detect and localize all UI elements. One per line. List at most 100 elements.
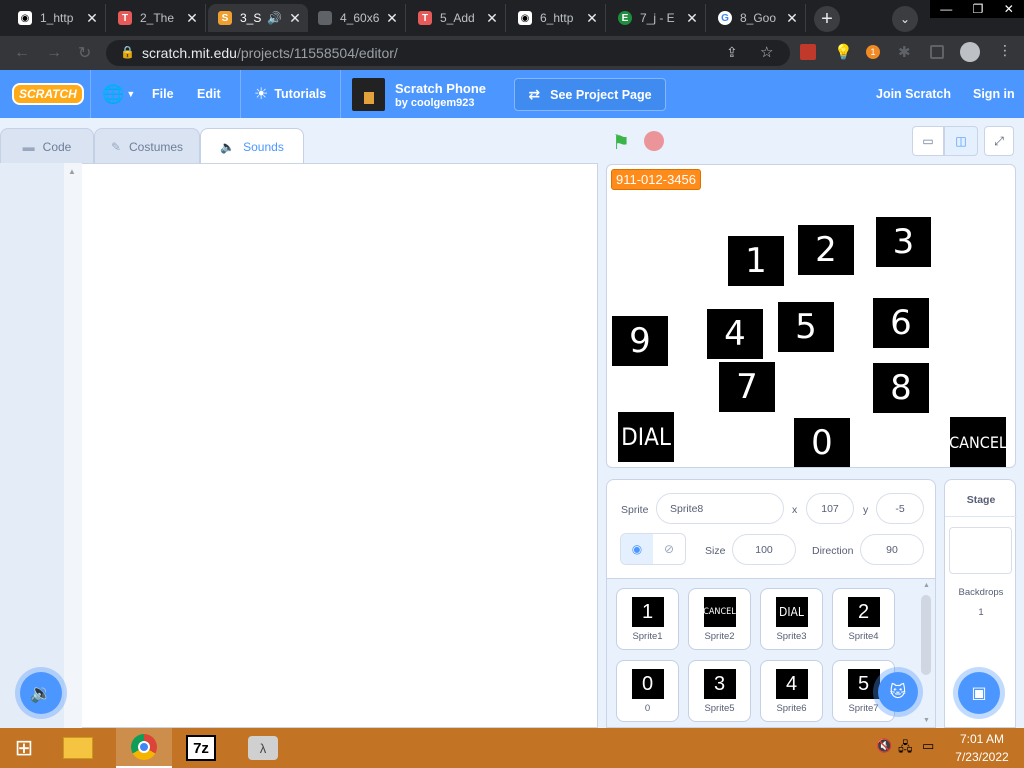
minimize-icon[interactable]: —: [940, 2, 952, 16]
close-window-icon[interactable]: ✕: [1004, 2, 1014, 16]
clock-date[interactable]: 7/23/2022: [950, 750, 1014, 764]
browser-tab[interactable]: 4_60x6 ✕: [308, 4, 406, 32]
forward-icon[interactable]: →: [46, 44, 62, 62]
tab-code[interactable]: ▬ Code: [0, 128, 94, 164]
sprite-tile[interactable]: CANCEL Sprite2: [688, 588, 751, 650]
browser-tab[interactable]: T 2_The ✕: [108, 4, 206, 32]
extension-badge[interactable]: 1: [866, 45, 880, 59]
sound-list[interactable]: [0, 163, 64, 728]
stage-dial-key[interactable]: DIAL: [618, 412, 674, 462]
stage-key-6[interactable]: 6: [873, 298, 929, 348]
x-input[interactable]: 107: [806, 493, 854, 524]
star-icon[interactable]: ☆: [760, 43, 773, 61]
scroll-down-icon[interactable]: ▼: [923, 717, 930, 724]
close-icon[interactable]: ✕: [783, 10, 801, 27]
project-author[interactable]: by coolgem923: [395, 97, 474, 109]
large-stage-button[interactable]: ◫: [944, 126, 978, 156]
globe-icon: 🌐: [102, 83, 125, 104]
sprite-tile[interactable]: 3 Sprite5: [688, 660, 751, 722]
profile-avatar[interactable]: [960, 42, 980, 62]
stop-button[interactable]: [644, 131, 664, 151]
start-button[interactable]: ⊞: [0, 728, 48, 768]
small-stage-button[interactable]: ▭: [912, 126, 944, 156]
fullscreen-icon: ⤢: [994, 133, 1004, 148]
menu-icon[interactable]: ⋮: [998, 42, 1012, 59]
edit-menu[interactable]: Edit: [197, 70, 221, 118]
browser-tab[interactable]: ◉ 6_http ✕: [508, 4, 606, 32]
language-menu[interactable]: 🌐 ▼: [102, 70, 135, 118]
y-input[interactable]: -5: [876, 493, 924, 524]
sprite-tile[interactable]: DIAL Sprite3: [760, 588, 823, 650]
green-flag-button[interactable]: ⚑: [612, 130, 630, 155]
file-explorer-button[interactable]: [52, 728, 104, 768]
clock-time[interactable]: 7:01 AM: [950, 732, 1014, 746]
close-icon[interactable]: ✕: [583, 10, 601, 27]
extension-icon[interactable]: [800, 44, 816, 60]
network-icon[interactable]: 🖧: [898, 738, 913, 760]
stage-key-4[interactable]: 4: [707, 309, 763, 359]
restore-icon[interactable]: ❐: [973, 2, 984, 16]
stage-cancel-key[interactable]: CANCEL: [949, 417, 1007, 467]
app-taskbar-button[interactable]: λ: [240, 728, 286, 768]
back-icon[interactable]: ←: [14, 44, 30, 62]
volume-muted-icon[interactable]: 🔇: [876, 738, 892, 754]
7zip-taskbar-button[interactable]: 7z: [178, 728, 224, 768]
sprite-tile[interactable]: 2 Sprite4: [832, 588, 895, 650]
close-icon[interactable]: ✕: [286, 10, 304, 27]
scroll-up-icon[interactable]: ▲: [68, 167, 76, 176]
see-project-page-button[interactable]: ⇄ See Project Page: [514, 78, 666, 111]
browser-tab[interactable]: E 7_j - E ✕: [608, 4, 706, 32]
sign-in-link[interactable]: Sign in: [973, 70, 1015, 118]
speaker-icon[interactable]: 🔊: [267, 11, 282, 25]
choose-backdrop-button[interactable]: ▣: [958, 672, 1000, 714]
close-icon[interactable]: ✕: [183, 10, 201, 27]
reload-icon[interactable]: ↻: [78, 43, 91, 63]
scratch-logo[interactable]: SCRATCH: [12, 70, 84, 118]
stage-canvas[interactable]: 911-012-3456 1 2 3 4 5 6 7 8 9 0 DIAL CA…: [606, 164, 1016, 468]
stage-key-7[interactable]: 7: [719, 362, 775, 412]
tutorials-button[interactable]: ☀ Tutorials: [254, 70, 326, 118]
stage-key-9[interactable]: 9: [612, 316, 668, 366]
fullscreen-button[interactable]: ⤢: [984, 126, 1014, 156]
stage-key-5[interactable]: 5: [778, 302, 834, 352]
scroll-up-icon[interactable]: ▲: [923, 582, 930, 589]
file-menu[interactable]: File: [152, 70, 174, 118]
sprite-tile[interactable]: 4 Sprite6: [760, 660, 823, 722]
tab-sounds[interactable]: 🔈 Sounds: [200, 128, 304, 165]
address-bar[interactable]: 🔒 scratch.mit.edu/projects/11558504/edit…: [106, 40, 790, 66]
browser-tab[interactable]: ◉ 1_http ✕: [8, 4, 106, 32]
stage-key-3[interactable]: 3: [876, 217, 931, 267]
stage-key-0[interactable]: 0: [794, 418, 850, 467]
sound-list-scrollbar[interactable]: ▲: [64, 163, 82, 728]
stage-key-2[interactable]: 2: [798, 225, 854, 275]
direction-input[interactable]: 90: [860, 534, 924, 565]
share-icon[interactable]: ⇪: [726, 44, 738, 61]
sidepanel-icon[interactable]: [930, 45, 944, 59]
sprite-list-scrollbar[interactable]: [921, 595, 931, 675]
lightbulb-icon[interactable]: 💡: [834, 43, 853, 61]
close-icon[interactable]: ✕: [683, 10, 701, 27]
size-input[interactable]: 100: [732, 534, 796, 565]
tab-search-icon[interactable]: ⌄: [892, 6, 918, 32]
hide-eye-icon[interactable]: ⊘: [653, 534, 685, 564]
show-eye-icon[interactable]: ◉: [621, 534, 653, 564]
close-icon[interactable]: ✕: [83, 10, 101, 27]
battery-icon[interactable]: ▭: [922, 738, 934, 754]
puzzle-icon[interactable]: ✱: [898, 43, 911, 61]
sprite-name-input[interactable]: Sprite8: [656, 493, 784, 524]
stage-key-8[interactable]: 8: [873, 363, 929, 413]
sprite-tile[interactable]: 00: [616, 660, 679, 722]
browser-tab[interactable]: T 5_Add ✕: [408, 4, 506, 32]
close-icon[interactable]: ✕: [483, 10, 501, 27]
join-scratch-link[interactable]: Join Scratch: [876, 70, 951, 118]
stage-key-1[interactable]: 1: [728, 236, 784, 286]
add-sound-button[interactable]: 🔉: [20, 672, 62, 714]
browser-tab[interactable]: G 8_Goo ✕: [708, 4, 806, 32]
sprite-tile[interactable]: 1 Sprite1: [616, 588, 679, 650]
choose-sprite-button[interactable]: 🐱: [878, 672, 918, 712]
browser-tab-active[interactable]: S 3_S 🔊 ✕: [208, 4, 308, 32]
chrome-taskbar-button[interactable]: [116, 728, 172, 768]
new-tab-button[interactable]: +: [814, 6, 840, 32]
tab-costumes[interactable]: ✎ Costumes: [94, 128, 200, 164]
close-icon[interactable]: ✕: [383, 10, 401, 27]
